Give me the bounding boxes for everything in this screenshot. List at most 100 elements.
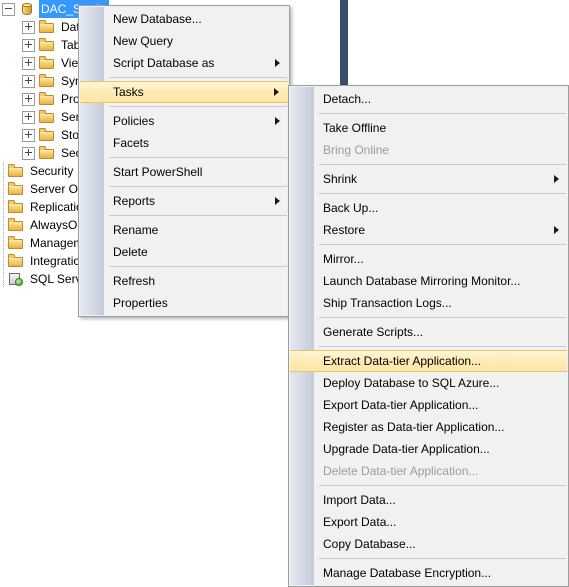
menu-item-label: Restore <box>323 223 366 237</box>
tree-line <box>2 270 7 288</box>
folder-icon <box>39 109 55 125</box>
menu-item-refresh[interactable]: Refresh <box>79 270 289 292</box>
menu-separator <box>319 244 566 245</box>
expand-icon[interactable] <box>22 110 35 124</box>
folder-icon <box>8 181 24 197</box>
menu-item-label: Tasks <box>113 85 144 99</box>
vertical-splitter-bar[interactable] <box>340 0 348 88</box>
menu-item-rename[interactable]: Rename <box>79 219 289 241</box>
expand-icon[interactable] <box>22 92 35 106</box>
menu-item-label: Manage Database Encryption... <box>323 566 492 580</box>
menu-item-script-database-as[interactable]: Script Database as <box>79 52 289 74</box>
menu-item-import-data[interactable]: Import Data... <box>289 489 568 511</box>
tree-line <box>2 252 7 270</box>
menu-item-register-as-data-tier-application[interactable]: Register as Data-tier Application... <box>289 416 568 438</box>
expand-icon[interactable] <box>22 38 35 52</box>
menu-separator <box>109 215 287 216</box>
menu-item-manage-database-encryption[interactable]: Manage Database Encryption... <box>289 562 568 584</box>
menu-item-export-data-tier-application[interactable]: Export Data-tier Application... <box>289 394 568 416</box>
expand-icon[interactable] <box>22 128 35 142</box>
tree-line <box>2 216 7 234</box>
menu-separator <box>109 186 287 187</box>
database-icon <box>19 1 35 17</box>
menu-separator <box>319 317 566 318</box>
menu-item-upgrade-data-tier-application[interactable]: Upgrade Data-tier Application... <box>289 438 568 460</box>
menu-item-label: Export Data-tier Application... <box>323 398 479 412</box>
submenu-arrow-icon <box>274 88 279 96</box>
menu-item-label: Facets <box>113 136 150 150</box>
menu-separator <box>319 193 566 194</box>
folder-icon <box>8 235 24 251</box>
menu-item-deploy-database-to-sql-azure[interactable]: Deploy Database to SQL Azure... <box>289 372 568 394</box>
menu-item-label: Reports <box>113 194 156 208</box>
menu-item-export-data[interactable]: Export Data... <box>289 511 568 533</box>
menu-item-reports[interactable]: Reports <box>79 190 289 212</box>
menu-item-label: Bring Online <box>323 143 390 157</box>
tasks-submenu[interactable]: Detach... Take Offline Bring Online Shrink B… <box>288 85 569 587</box>
menu-separator <box>109 157 287 158</box>
tree-line <box>2 162 7 180</box>
menu-item-properties[interactable]: Properties <box>79 292 289 314</box>
menu-separator <box>109 106 287 107</box>
menu-item-delete-data-tier-application: Delete Data-tier Application... <box>289 460 568 482</box>
menu-item-label: Script Database as <box>113 56 215 70</box>
menu-item-detach[interactable]: Detach... <box>289 88 568 110</box>
database-context-menu[interactable]: New Database... New Query Script Database … <box>78 5 290 317</box>
menu-item-tasks[interactable]: Tasks <box>80 81 288 103</box>
folder-icon <box>8 163 24 179</box>
menu-item-restore[interactable]: Restore <box>289 219 568 241</box>
submenu-arrow-icon <box>275 59 280 67</box>
submenu-arrow-icon <box>275 197 280 205</box>
expand-icon[interactable] <box>22 74 35 88</box>
menu-item-start-powershell[interactable]: Start PowerShell <box>79 161 289 183</box>
menu-item-label: Extract Data-tier Application... <box>323 354 482 368</box>
menu-item-label: Upgrade Data-tier Application... <box>323 442 490 456</box>
menu-item-ship-transaction-logs[interactable]: Ship Transaction Logs... <box>289 292 568 314</box>
menu-item-label: Deploy Database to SQL Azure... <box>323 376 500 390</box>
menu-item-launch-database-mirroring-monitor[interactable]: Launch Database Mirroring Monitor... <box>289 270 568 292</box>
menu-item-extract-data-tier-application[interactable]: Extract Data-tier Application... <box>290 350 567 372</box>
menu-separator <box>319 346 566 347</box>
menu-item-shrink[interactable]: Shrink <box>289 168 568 190</box>
folder-icon <box>39 19 55 35</box>
tree-line <box>2 234 7 252</box>
menu-item-label: Back Up... <box>323 201 379 215</box>
menu-item-label: Ship Transaction Logs... <box>323 296 452 310</box>
menu-item-label: Take Offline <box>323 121 387 135</box>
tree-node-label: Security <box>30 164 74 178</box>
menu-item-new-database[interactable]: New Database... <box>79 8 289 30</box>
menu-item-mirror[interactable]: Mirror... <box>289 248 568 270</box>
tree-line <box>2 180 7 198</box>
collapse-icon[interactable] <box>2 2 15 16</box>
menu-item-label: Delete <box>113 245 148 259</box>
menu-item-label: Import Data... <box>323 493 396 507</box>
folder-icon <box>8 199 24 215</box>
menu-item-delete[interactable]: Delete <box>79 241 289 263</box>
menu-separator <box>109 77 287 78</box>
menu-item-copy-database[interactable]: Copy Database... <box>289 533 568 555</box>
expand-icon[interactable] <box>22 146 35 160</box>
submenu-arrow-icon <box>554 175 559 183</box>
menu-separator <box>319 113 566 114</box>
menu-item-label: Start PowerShell <box>113 165 203 179</box>
expand-icon[interactable] <box>22 56 35 70</box>
folder-icon <box>8 217 24 233</box>
folder-icon <box>39 55 55 71</box>
menu-item-bring-online: Bring Online <box>289 139 568 161</box>
menu-separator <box>319 485 566 486</box>
menu-item-new-query[interactable]: New Query <box>79 30 289 52</box>
menu-item-label: Export Data... <box>323 515 397 529</box>
folder-icon <box>39 127 55 143</box>
menu-item-label: Launch Database Mirroring Monitor... <box>323 274 521 288</box>
menu-item-back-up[interactable]: Back Up... <box>289 197 568 219</box>
menu-item-policies[interactable]: Policies <box>79 110 289 132</box>
menu-item-label: Shrink <box>323 172 358 186</box>
menu-item-facets[interactable]: Facets <box>79 132 289 154</box>
menu-item-label: Copy Database... <box>323 537 416 551</box>
menu-item-take-offline[interactable]: Take Offline <box>289 117 568 139</box>
menu-item-label: Rename <box>113 223 159 237</box>
menu-separator <box>109 266 287 267</box>
menu-item-label: Delete Data-tier Application... <box>323 464 479 478</box>
menu-item-generate-scripts[interactable]: Generate Scripts... <box>289 321 568 343</box>
expand-icon[interactable] <box>22 20 35 34</box>
